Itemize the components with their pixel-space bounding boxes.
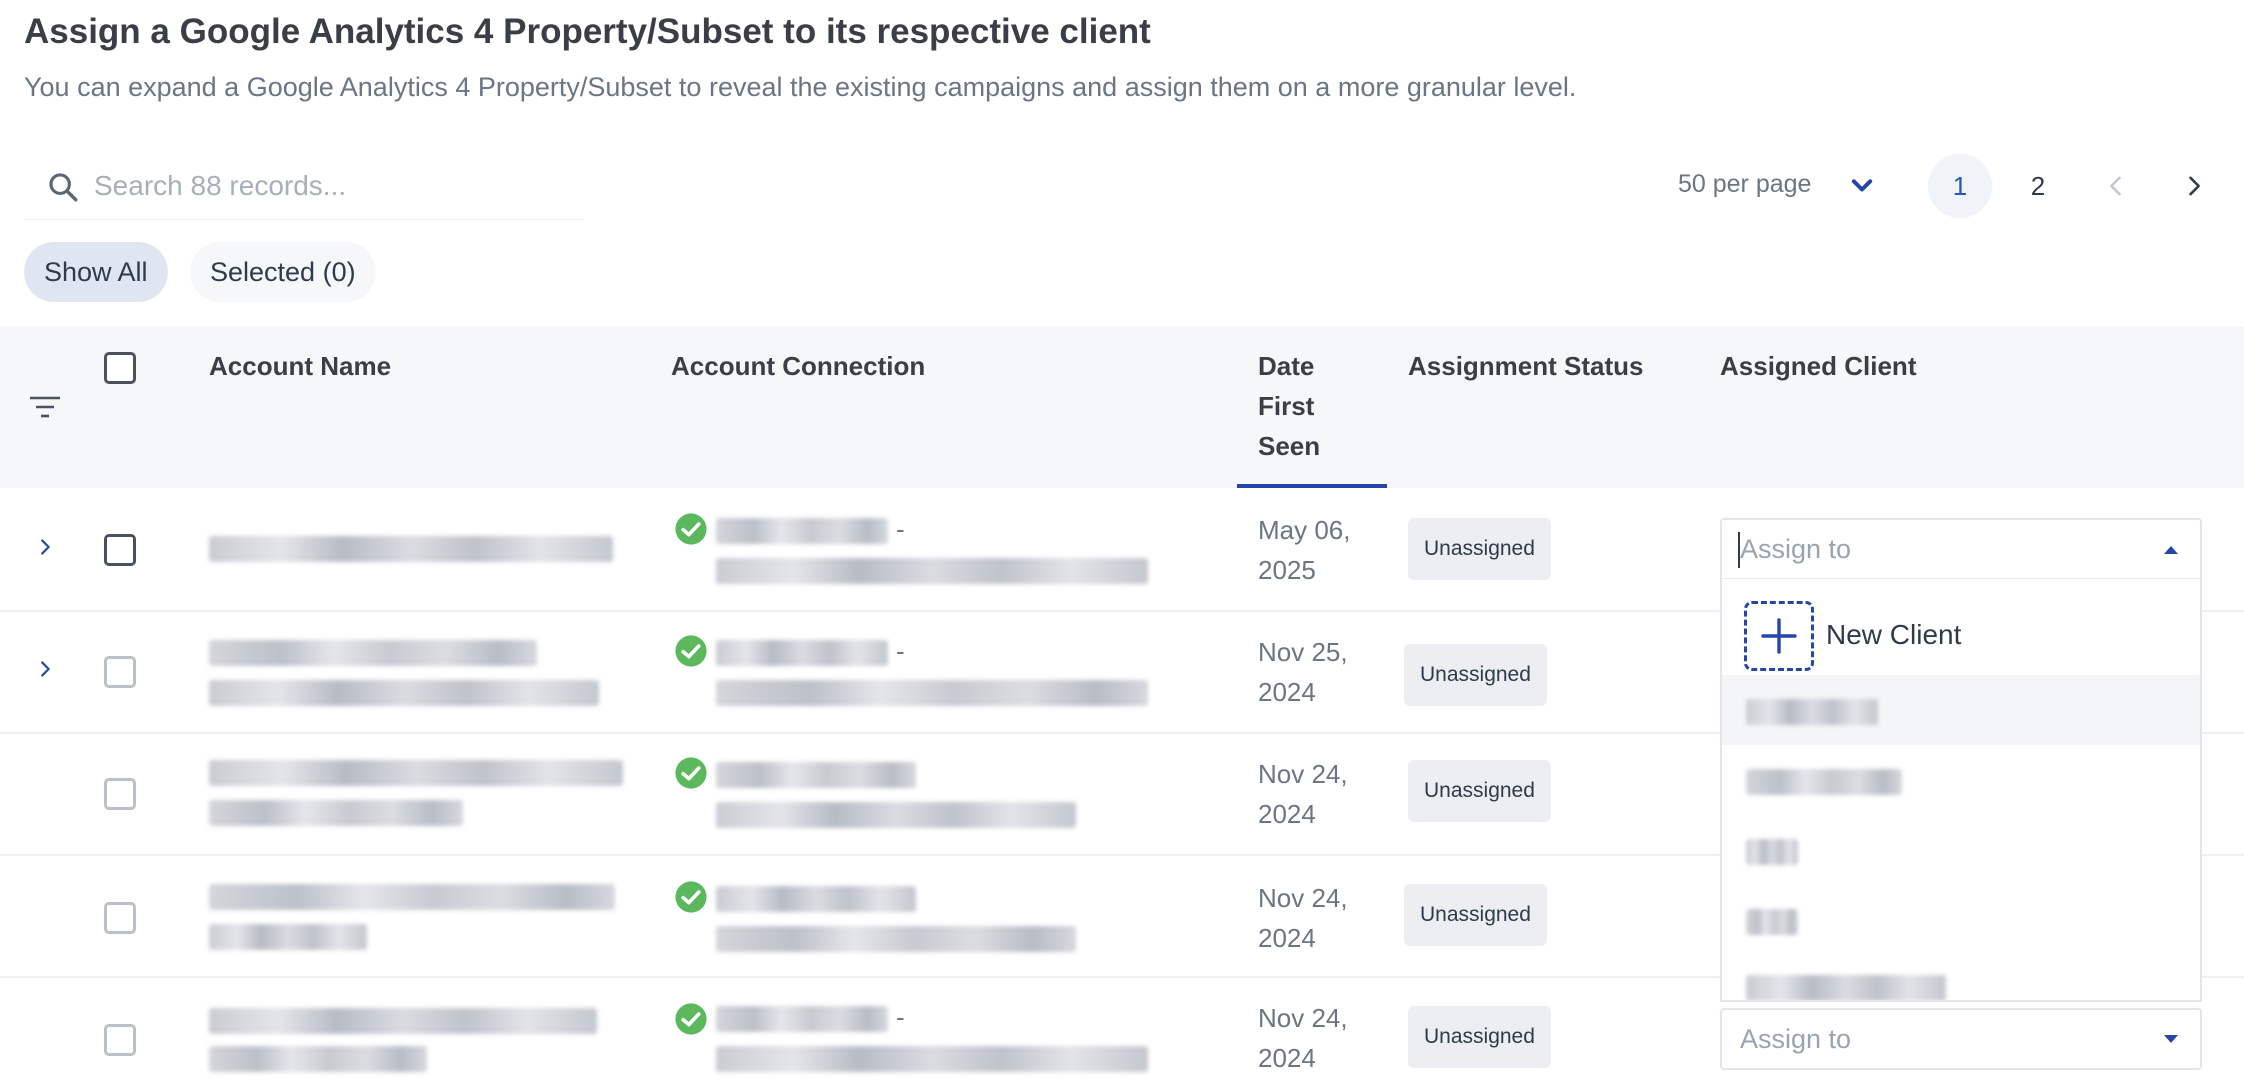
- client-option[interactable]: [1722, 675, 2200, 745]
- client-name-redacted: [1746, 909, 1798, 935]
- account-name-redacted: [209, 536, 613, 562]
- client-option[interactable]: [1722, 815, 2200, 885]
- status-badge: Unassigned: [1408, 760, 1551, 822]
- status-badge: Unassigned: [1408, 1006, 1551, 1068]
- connection-redacted: [716, 680, 1148, 706]
- assign-placeholder: Assign to: [1740, 534, 1852, 564]
- assign-placeholder: Assign to: [1740, 1024, 1852, 1054]
- connection-redacted: [716, 886, 916, 912]
- plus-icon: [1744, 601, 1814, 671]
- client-name-redacted: [1746, 975, 1946, 1000]
- connection-redacted: [716, 926, 1076, 952]
- client-name-redacted: [1746, 769, 1902, 795]
- per-page-select[interactable]: 50 per page: [1678, 170, 1811, 199]
- page-2-button[interactable]: 2: [2006, 154, 2070, 218]
- page-title: Assign a Google Analytics 4 Property/Sub…: [24, 12, 1151, 51]
- connection-redacted: [716, 640, 888, 666]
- chevron-right-icon[interactable]: [2180, 172, 2208, 200]
- account-name-redacted: [209, 800, 463, 826]
- sort-indicator: [1237, 484, 1387, 488]
- column-assignment-status[interactable]: Assignment Status: [1408, 346, 1644, 386]
- row-checkbox[interactable]: [104, 778, 136, 810]
- check-circle-icon: [675, 513, 707, 545]
- assign-client-select[interactable]: Assign to: [1720, 1008, 2202, 1070]
- connection-redacted: [716, 1006, 888, 1032]
- chevron-right-icon[interactable]: [34, 536, 56, 558]
- client-name-redacted: [1746, 699, 1878, 725]
- connection-redacted: [716, 802, 1076, 828]
- page-1-button[interactable]: 1: [1928, 154, 1992, 218]
- connection-separator: -: [896, 514, 905, 544]
- chevron-right-icon[interactable]: [34, 658, 56, 680]
- check-circle-icon: [675, 881, 707, 913]
- assign-client-select[interactable]: Assign to: [1720, 518, 2202, 580]
- account-name-redacted: [209, 1046, 427, 1072]
- connection-redacted: [716, 518, 888, 544]
- account-name-redacted: [209, 1008, 597, 1034]
- select-all-checkbox[interactable]: [104, 352, 136, 384]
- chevron-left-icon[interactable]: [2102, 172, 2130, 200]
- caret-down-icon[interactable]: [2162, 1032, 2180, 1046]
- status-badge: Unassigned: [1408, 518, 1551, 580]
- connection-redacted: [716, 558, 1148, 584]
- connection-separator: -: [896, 636, 905, 666]
- search-icon: [49, 173, 78, 202]
- row-checkbox[interactable]: [104, 534, 136, 566]
- selected-chip[interactable]: Selected (0): [190, 242, 376, 302]
- client-name-redacted: [1746, 839, 1798, 865]
- row-checkbox[interactable]: [104, 656, 136, 688]
- column-assigned-client[interactable]: Assigned Client: [1720, 346, 1916, 386]
- account-name-redacted: [209, 884, 615, 910]
- check-circle-icon: [675, 1003, 707, 1035]
- column-account-connection[interactable]: Account Connection: [671, 346, 925, 386]
- search-input[interactable]: [94, 164, 564, 208]
- account-name-redacted: [209, 640, 537, 666]
- column-date-first-seen[interactable]: Date First Seen: [1258, 346, 1348, 466]
- client-option[interactable]: [1722, 955, 2200, 1000]
- client-option[interactable]: [1722, 745, 2200, 815]
- date-first-seen: Nov 24, 2024: [1258, 883, 1348, 953]
- new-client-label: New Client: [1826, 619, 1962, 650]
- date-first-seen: Nov 25, 2024: [1258, 637, 1348, 707]
- page-subtitle: You can expand a Google Analytics 4 Prop…: [24, 72, 1577, 102]
- date-first-seen: May 06, 2025: [1258, 515, 1351, 585]
- new-client-option[interactable]: New Client: [1722, 579, 2200, 671]
- status-badge: Unassigned: [1404, 884, 1547, 946]
- status-badge: Unassigned: [1404, 644, 1547, 706]
- search-box: [24, 152, 584, 220]
- client-option[interactable]: [1722, 885, 2200, 955]
- connection-separator: -: [896, 1002, 905, 1032]
- check-circle-icon: [675, 757, 707, 789]
- date-first-seen: Nov 24, 2024: [1258, 759, 1348, 829]
- date-first-seen: Nov 24, 2024: [1258, 1003, 1348, 1073]
- account-name-redacted: [209, 680, 599, 706]
- check-circle-icon: [675, 635, 707, 667]
- row-checkbox[interactable]: [104, 902, 136, 934]
- connection-redacted: [716, 1046, 1148, 1072]
- column-account-name[interactable]: Account Name: [209, 346, 391, 386]
- caret-up-icon[interactable]: [2162, 542, 2180, 556]
- row-checkbox[interactable]: [104, 1024, 136, 1056]
- filter-icon[interactable]: [28, 392, 62, 422]
- client-dropdown-menu: New Client: [1720, 578, 2202, 1002]
- chevron-down-icon[interactable]: [1848, 172, 1876, 200]
- connection-redacted: [716, 762, 916, 788]
- account-name-redacted: [209, 760, 623, 786]
- show-all-chip[interactable]: Show All: [24, 242, 168, 302]
- account-name-redacted: [209, 924, 367, 950]
